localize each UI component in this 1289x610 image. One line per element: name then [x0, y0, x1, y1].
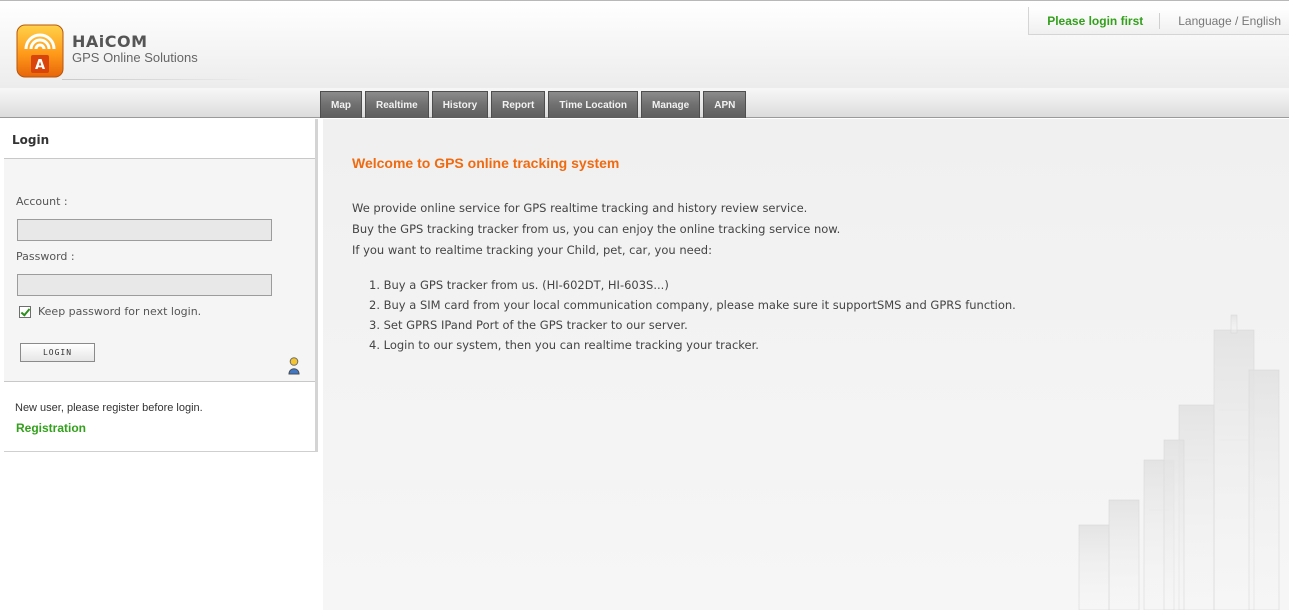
tab-manage[interactable]: Manage	[640, 91, 701, 118]
tab-report[interactable]: Report	[491, 91, 546, 118]
login-status-link[interactable]: Please login first	[1029, 14, 1159, 28]
brand-name: HAiCOM	[72, 32, 148, 51]
nav-tabs: Map Realtime History Report Time Locatio…	[320, 91, 749, 118]
login-panel: Login Account : Password : Keep password…	[4, 119, 318, 452]
password-input[interactable]	[17, 274, 272, 296]
top-right-bar: Please login first Language / English	[1028, 7, 1289, 35]
account-input[interactable]	[17, 219, 272, 241]
login-title: Login	[4, 119, 315, 159]
svg-text:A: A	[35, 58, 45, 73]
main-content: Welcome to GPS online tracking system We…	[323, 119, 1289, 610]
tab-history[interactable]: History	[431, 91, 489, 118]
brand-tagline: GPS Online Solutions	[72, 50, 198, 65]
keep-password-label: Keep password for next login.	[38, 305, 202, 318]
steps-list: 1. Buy a GPS tracker from us. (HI-602DT,…	[369, 278, 1016, 358]
user-icon	[288, 357, 300, 375]
list-item: 2. Buy a SIM card from your local commun…	[369, 298, 1016, 312]
registration-link[interactable]: Registration	[16, 421, 86, 435]
list-item: 1. Buy a GPS tracker from us. (HI-602DT,…	[369, 278, 669, 292]
password-label: Password :	[16, 250, 75, 263]
city-skyline-icon	[1078, 314, 1280, 610]
login-button[interactable]: LOGIN	[20, 343, 95, 362]
header: A HAiCOM GPS Online Solutions Please log…	[0, 0, 1289, 88]
tab-time-location[interactable]: Time Location	[548, 91, 638, 118]
list-item: 3. Set GPRS IPand Port of the GPS tracke…	[369, 318, 688, 332]
register-hint: New user, please register before login.	[15, 402, 203, 414]
nav-bar: Map Realtime History Report Time Locatio…	[0, 88, 1289, 118]
account-label: Account :	[16, 195, 68, 208]
welcome-title: Welcome to GPS online tracking system	[352, 155, 620, 171]
tab-map[interactable]: Map	[320, 91, 362, 118]
haicom-logo-icon: A	[16, 24, 64, 78]
intro-paragraph: We provide online service for GPS realti…	[352, 201, 808, 215]
intro-paragraph: If you want to realtime tracking your Ch…	[352, 243, 712, 257]
checkbox-checked-icon[interactable]	[19, 305, 31, 318]
login-form: Account : Password : Keep password for n…	[4, 159, 315, 382]
tab-apn[interactable]: APN	[703, 91, 747, 118]
keep-password-option[interactable]: Keep password for next login.	[19, 305, 201, 318]
tab-realtime[interactable]: Realtime	[365, 91, 429, 118]
intro-paragraph: Buy the GPS tracking tracker from us, yo…	[352, 222, 841, 236]
language-selector[interactable]: Language / English	[1160, 14, 1289, 28]
list-item: 4. Login to our system, then you can rea…	[369, 338, 759, 352]
logo-underline	[62, 79, 262, 80]
